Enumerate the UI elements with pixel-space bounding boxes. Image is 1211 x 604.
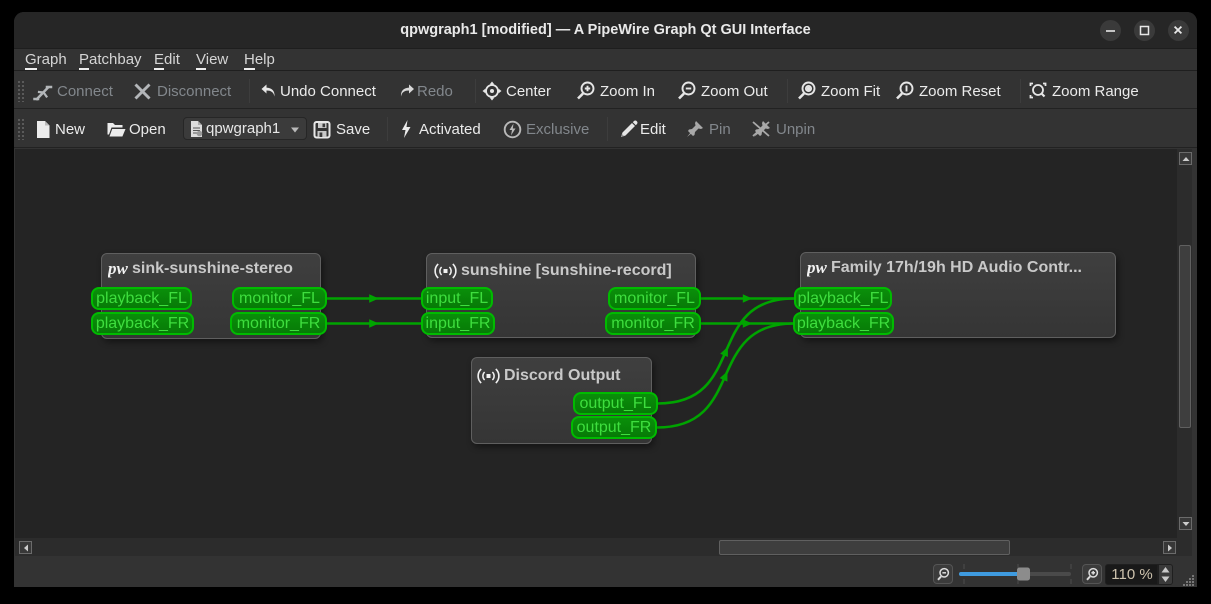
svg-text:pw: pw	[108, 261, 128, 278]
svg-text:pw: pw	[807, 260, 827, 277]
